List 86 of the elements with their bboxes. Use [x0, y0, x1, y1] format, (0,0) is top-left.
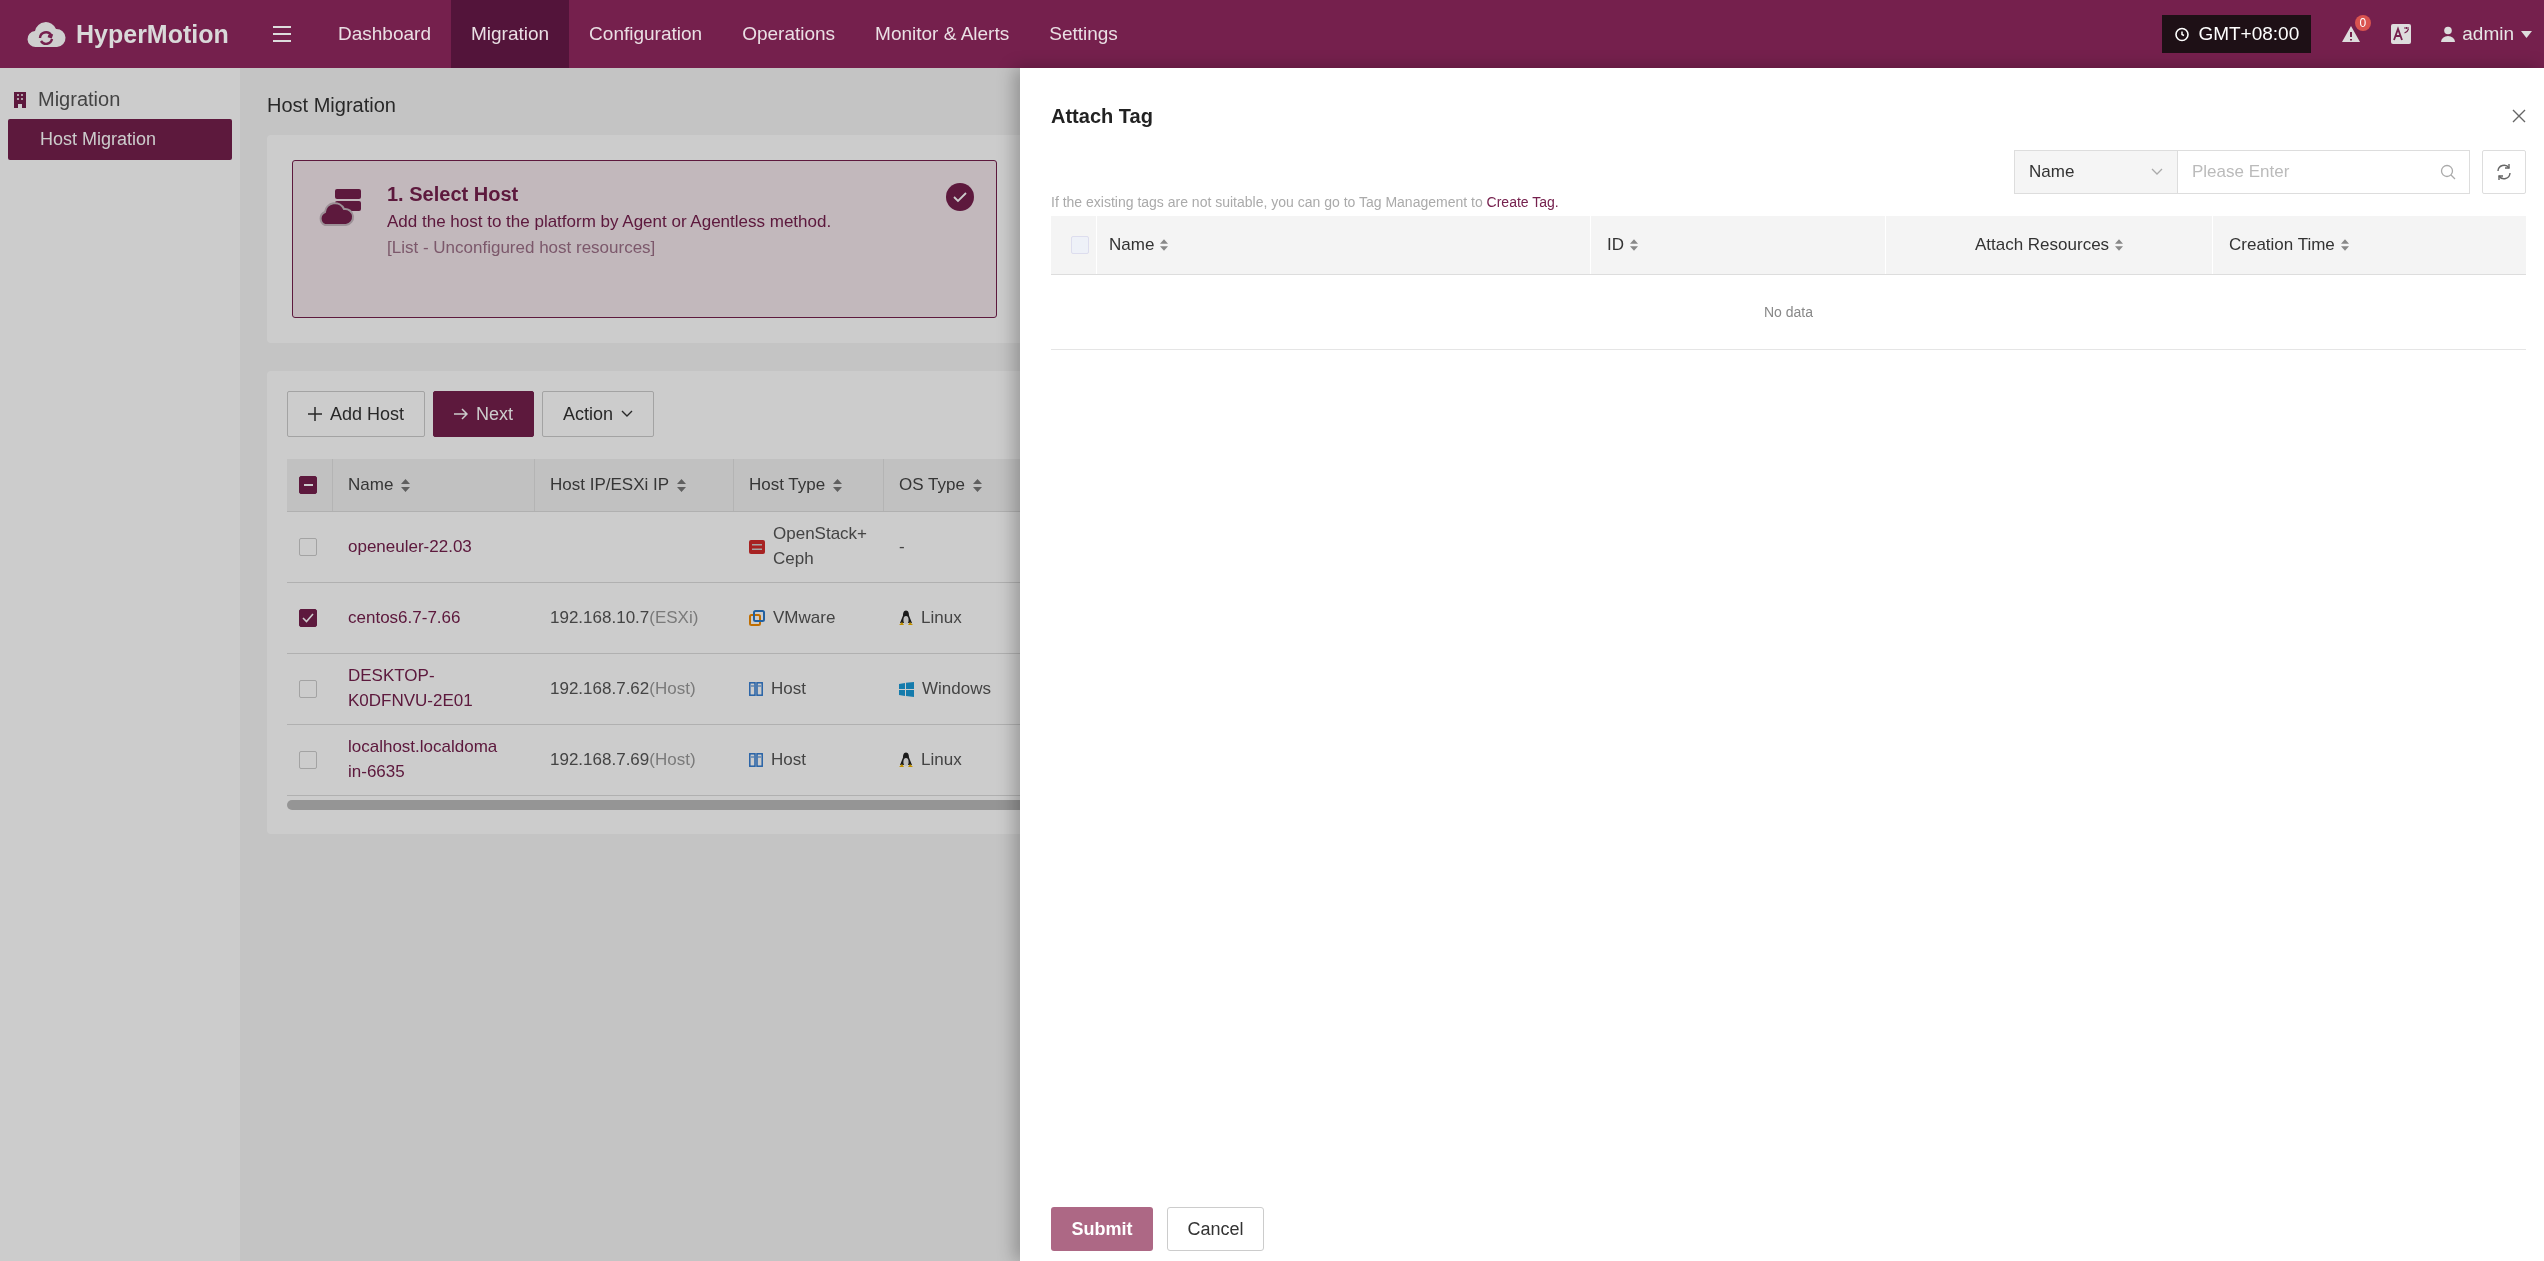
column-header[interactable]: Attach Resources: [1974, 235, 2110, 255]
cloud-logo-icon: [26, 19, 66, 49]
close-icon[interactable]: [2512, 109, 2526, 123]
host-name-link[interactable]: centos6.7-7.66: [348, 605, 498, 631]
sidebar-section-title: Migration: [38, 88, 121, 111]
sort-icon[interactable]: [677, 478, 687, 492]
select-all-checkbox[interactable]: [299, 476, 317, 494]
sort-icon[interactable]: [2340, 239, 2349, 251]
host-type-text: Host: [771, 748, 807, 771]
add-host-button[interactable]: Add Host: [287, 391, 426, 437]
refresh-button[interactable]: [2482, 150, 2526, 194]
timezone-label: GMT+08:00: [2198, 23, 2300, 45]
step-description: Add the host to the platform by Agent or Agentless method.: [387, 212, 833, 232]
sort-icon[interactable]: [833, 478, 843, 492]
nav-tab[interactable]: Migration: [450, 0, 570, 68]
sort-icon[interactable]: [2115, 239, 2124, 251]
openstack-icon: [749, 539, 765, 555]
sort-icon[interactable]: [972, 478, 982, 492]
nav-tab[interactable]: Configuration: [569, 0, 723, 68]
timezone-button[interactable]: GMT+08:00: [2162, 15, 2312, 53]
refresh-icon: [2495, 163, 2513, 181]
host-type-text: OpenStack+ Ceph: [773, 523, 865, 570]
penguin-icon: [899, 752, 913, 768]
column-header[interactable]: ID: [1607, 235, 1624, 255]
create-tag-link[interactable]: Create Tag.: [1486, 194, 1559, 210]
user-icon: [2441, 26, 2456, 42]
host-type-text: VMware: [773, 606, 837, 629]
cancel-button[interactable]: Cancel: [1167, 1207, 1264, 1251]
server-icon: [749, 682, 763, 696]
search-icon: [2440, 164, 2456, 180]
column-header[interactable]: Name: [348, 475, 394, 495]
page-title: Host Migration: [267, 94, 396, 117]
user-name: admin: [2462, 23, 2514, 45]
server-icon: [749, 753, 763, 767]
host-ip-text: 192.168.7.62(Host): [550, 679, 696, 699]
step-card[interactable]: 1. Select Host Add the host to the platform by Agent or Agentless method. [List - Unconfigured host resources]: [292, 160, 997, 318]
nav-tab[interactable]: Operations: [722, 0, 856, 68]
nav-tab[interactable]: Dashboard: [318, 0, 451, 68]
host-ip-text: 192.168.7.69(Host): [550, 750, 696, 770]
user-menu[interactable]: admin: [2441, 23, 2532, 45]
chevron-down-icon: [621, 410, 634, 418]
sort-icon[interactable]: [1630, 239, 1638, 251]
nav-tab[interactable]: Monitor & Alerts: [855, 0, 1030, 68]
row-checkbox[interactable]: [299, 609, 317, 627]
translate-icon[interactable]: [2391, 24, 2412, 44]
sort-icon[interactable]: [1160, 239, 1169, 251]
column-header[interactable]: Host IP/ESXi IP: [550, 475, 670, 495]
warning-icon[interactable]: [2341, 25, 2362, 43]
filter-field-select[interactable]: Name: [2014, 150, 2178, 194]
arrow-right-icon: [454, 408, 469, 420]
menu-icon[interactable]: [272, 25, 292, 43]
sort-icon[interactable]: [401, 478, 411, 492]
column-header[interactable]: OS Type: [899, 475, 965, 495]
windows-logo-icon: [899, 681, 914, 697]
app-name: HyperMotion: [76, 19, 229, 49]
os-type-text: Linux: [921, 750, 962, 770]
clock-icon: [2174, 26, 2191, 42]
os-type-text: Linux: [921, 608, 962, 628]
column-header[interactable]: Name: [1109, 235, 1155, 255]
step-note: [List - Unconfigured host resources]: [387, 238, 657, 258]
caret-icon: [2521, 30, 2532, 38]
column-header[interactable]: Host Type: [749, 475, 826, 495]
overlapping-squares-icon: [749, 610, 765, 626]
host-name-link[interactable]: DESKTOP-K0DFNVU-2E01: [348, 664, 498, 714]
host-name-link[interactable]: openeuler-22.03: [348, 534, 498, 560]
os-type-text: Windows: [922, 679, 991, 699]
penguin-icon: [899, 610, 913, 626]
nav-tab[interactable]: Settings: [1029, 0, 1138, 68]
building-icon: [12, 90, 28, 109]
plus-icon: [308, 407, 322, 421]
next-button[interactable]: Next: [433, 391, 535, 437]
empty-state-text: No data: [1763, 304, 1813, 320]
search-field[interactable]: Please Enter: [2178, 150, 2470, 194]
submit-button[interactable]: Submit: [1051, 1207, 1153, 1251]
os-type-text: -: [899, 537, 905, 557]
host-type-text: Host: [771, 677, 807, 700]
hint-text: If the existing tags are not suitable, you can go to Tag Management to Create Tag.: [1051, 194, 1560, 210]
host-name-link[interactable]: localhost.localdomain-6635: [348, 735, 498, 785]
action-dropdown[interactable]: Action: [542, 391, 655, 437]
column-header[interactable]: Creation Time: [2229, 235, 2335, 255]
drawer-title: Attach Tag: [1051, 104, 1153, 128]
alert-count-badge: 0: [2354, 15, 2372, 31]
host-ip-text: 192.168.10.7(ESXi): [550, 608, 699, 628]
step-title: 1. Select Host: [387, 183, 520, 206]
sidebar-item[interactable]: Host Migration: [8, 119, 232, 160]
chevron-down-icon: [2151, 168, 2163, 176]
